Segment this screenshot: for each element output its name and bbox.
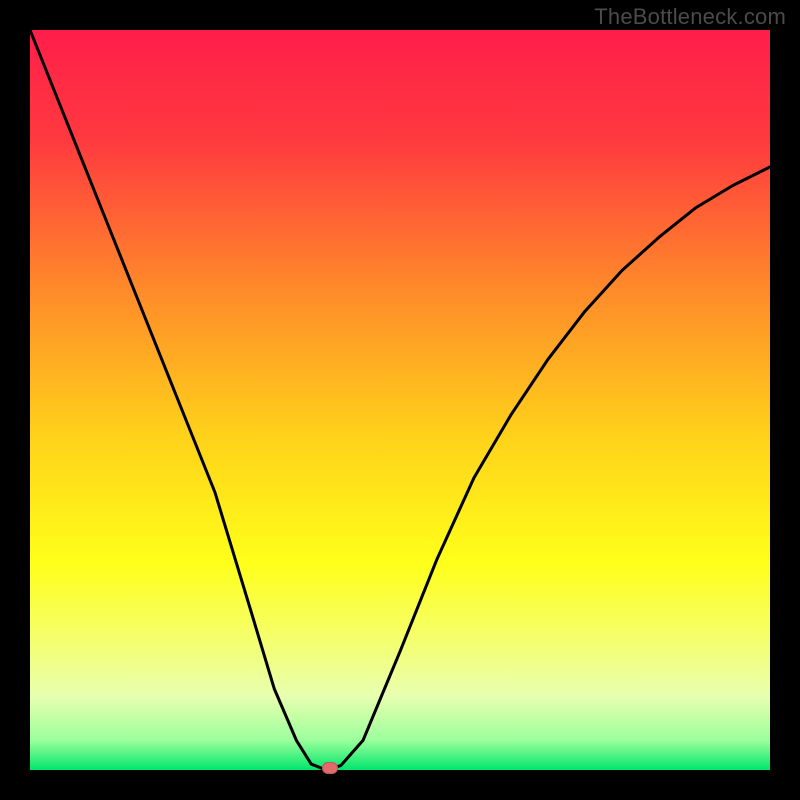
watermark-text: TheBottleneck.com [594, 4, 786, 30]
gradient-background [30, 30, 770, 770]
plot-area [30, 30, 770, 770]
optimum-marker [322, 762, 338, 774]
chart-svg [30, 30, 770, 770]
chart-frame: TheBottleneck.com [0, 0, 800, 800]
